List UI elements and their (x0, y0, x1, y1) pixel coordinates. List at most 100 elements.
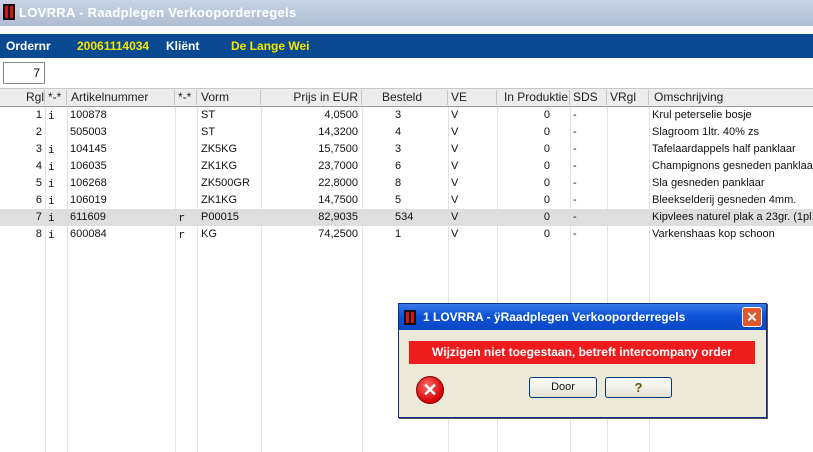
cell-sds: - (573, 194, 577, 206)
col-header-vrgl[interactable]: VRgl (607, 90, 649, 105)
client-label: Kliënt (166, 39, 200, 53)
col-header-artikelnummer[interactable]: Artikelnummer (67, 90, 175, 105)
col-header-besteld[interactable]: Besteld (362, 90, 448, 105)
table-row[interactable]: 1 i 100878 ST 4,0500 3 V 0 - Krul peterselie bosj… (0, 107, 813, 124)
cell-in-produktie: 0 (543, 228, 550, 240)
col-header-prijs[interactable]: Prijs in EUR (261, 90, 362, 105)
table-row[interactable]: 6 i 106019 ZK1KG 14,7500 5 V 0 - Bleekselderij ge… (0, 192, 813, 209)
cell-besteld: 8 (395, 177, 402, 189)
error-dialog: 1 LOVRRA - ÿRaadplegen Verkooporderregel… (398, 303, 767, 418)
cell-sds: - (573, 228, 577, 240)
help-button[interactable]: ? (605, 377, 672, 398)
col-header-flag[interactable]: *-* (45, 90, 67, 105)
close-icon[interactable]: ✕ (742, 307, 762, 327)
col-header-in-produktie[interactable]: In Produktie (497, 90, 570, 105)
cell-prijs: 23,7000 (318, 160, 358, 172)
cell-besteld: 5 (395, 194, 402, 206)
col-header-sds[interactable]: SDS (570, 90, 607, 105)
cell-rgl: 2 (35, 126, 42, 138)
cell-flag: i (48, 228, 55, 241)
cell-omschrijving: Bleekselderij gesneden 4mm. (652, 194, 797, 206)
ordernr-label: Ordernr (6, 39, 51, 53)
error-icon: ✕ (416, 376, 444, 404)
cell-vorm: KG (201, 228, 217, 240)
table-row[interactable]: 2 505003 ST 14,3200 4 V 0 - Slagroom 1ltr. 40% z… (0, 124, 813, 141)
row-counter-field[interactable]: 7 (3, 62, 45, 84)
cell-omschrijving: Sla gesneden panklaar (652, 177, 765, 189)
col-header-vorm[interactable]: Vorm (197, 90, 261, 105)
cell-sds: - (573, 211, 577, 223)
cell-ve: V (451, 194, 459, 206)
cell-besteld: 6 (395, 160, 402, 172)
cell-ve: V (451, 126, 459, 138)
cell-sds: - (573, 126, 577, 138)
ordernr-value: 20061114034 (77, 39, 150, 53)
cell-sds: - (573, 109, 577, 121)
cell-flag: i (48, 194, 55, 207)
cell-omschrijving: Champignons gesneden panklaar (652, 160, 813, 172)
cell-vorm: ZK5KG (201, 143, 238, 155)
cell-flag: i (48, 143, 55, 156)
col-header-mark[interactable]: *-* (175, 90, 197, 105)
col-header-rgl[interactable]: Rgl (0, 90, 45, 105)
cell-ve: V (451, 228, 459, 240)
cell-besteld: 3 (395, 143, 402, 155)
col-header-ve[interactable]: VE (448, 90, 497, 105)
cell-besteld: 4 (395, 126, 402, 138)
cell-prijs: 4,0500 (324, 109, 358, 121)
cell-prijs: 74,2500 (318, 228, 358, 240)
cell-besteld: 534 (395, 211, 414, 223)
cell-prijs: 15,7500 (318, 143, 358, 155)
cell-prijs: 22,8000 (318, 177, 358, 189)
cell-in-produktie: 0 (543, 109, 550, 121)
cell-rgl: 3 (35, 143, 42, 155)
cell-artikelnummer: 106035 (70, 160, 107, 172)
client-value: De Lange Wei (231, 39, 310, 53)
table-row[interactable]: 4 i 106035 ZK1KG 23,7000 6 V 0 - Champignons gesn… (0, 158, 813, 175)
cell-ve: V (451, 160, 459, 172)
door-button[interactable]: Door (529, 377, 597, 398)
cell-ve: V (451, 109, 459, 121)
table-row[interactable]: 8 i 600084 r KG 74,2500 1 V 0 - Varkenshaas kop sc… (0, 226, 813, 243)
cell-artikelnummer: 100878 (70, 109, 107, 121)
table-row[interactable]: 7 i 611609 r P00015 82,9035 534 V 0 - Kipvlees nat… (0, 209, 813, 226)
table-row[interactable]: 3 i 104145 ZK5KG 15,7500 3 V 0- Tafelaardappels … (0, 141, 813, 158)
cell-artikelnummer: 600084 (70, 228, 107, 240)
cell-artikelnummer: 505003 (70, 126, 107, 138)
app-icon (3, 4, 15, 20)
cell-rgl: 1 (35, 109, 42, 121)
cell-flag: i (48, 177, 55, 190)
cell-artikelnummer: 611609 (70, 211, 106, 223)
dialog-app-icon (404, 310, 416, 325)
cell-rgl: 7 (35, 211, 42, 223)
cell-flag: i (48, 211, 55, 224)
cell-prijs: 14,7500 (318, 194, 358, 206)
cell-rgl: 8 (35, 228, 42, 240)
cell-in-produktie: 0 (543, 143, 550, 155)
cell-in-produktie: 0 (543, 194, 550, 206)
dialog-title: 1 LOVRRA - ÿRaadplegen Verkooporderregel… (423, 310, 686, 324)
cell-in-produktie: 0 (543, 177, 550, 189)
cell-omschrijving: Slagroom 1ltr. 40% zs (652, 126, 759, 138)
grid-header: Rgl *-* Artikelnummer *-* Vorm Prijs in … (0, 89, 813, 107)
cell-sds: - (573, 177, 577, 189)
cell-besteld: 3 (395, 109, 402, 121)
cell-vorm: ZK1KG (201, 160, 238, 172)
cell-prijs: 14,3200 (318, 126, 358, 138)
cell-omschrijving: Varkenshaas kop schoon (652, 228, 775, 240)
cell-sds: - (573, 143, 577, 155)
cell-artikelnummer: 106019 (70, 194, 107, 206)
cell-ve: V (451, 177, 459, 189)
cell-besteld: 1 (395, 228, 402, 240)
window-title: LOVRRA - Raadplegen Verkooporderregels (19, 5, 297, 20)
cell-artikelnummer: 104145 (70, 143, 107, 155)
cell-flag: i (48, 160, 55, 173)
cell-mark: r (178, 228, 185, 241)
col-header-omschrijving[interactable]: Omschrijving (649, 90, 813, 105)
cell-in-produktie: 0 (543, 211, 550, 223)
cell-sds: - (573, 160, 577, 172)
dialog-titlebar[interactable]: 1 LOVRRA - ÿRaadplegen Verkooporderregel… (399, 304, 766, 330)
cell-omschrijving: Krul peterselie bosje (652, 109, 752, 121)
cell-mark: r (178, 211, 185, 224)
table-row[interactable]: 5 i 106268 ZK500GR 22,8000 8 V 0 - Sla gesneden p… (0, 175, 813, 192)
